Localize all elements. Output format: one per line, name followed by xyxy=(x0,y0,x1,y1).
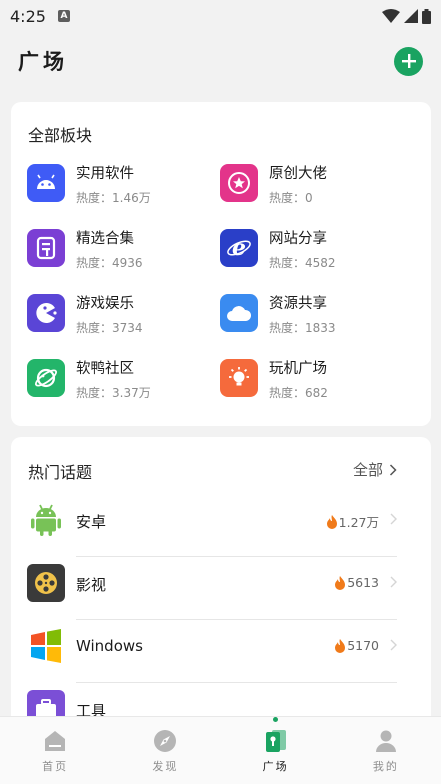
topic-heat: 1.27万 xyxy=(326,512,379,531)
status-icons xyxy=(382,8,431,24)
topic-row-android[interactable]: 安卓 1.27万 xyxy=(27,494,397,557)
board-heat: 热度：1.46万 xyxy=(76,191,151,205)
battery-icon xyxy=(422,8,431,24)
square-icon xyxy=(265,730,286,752)
board-heat: 热度：682 xyxy=(269,386,328,400)
star-badge-icon xyxy=(220,164,258,202)
topic-name: 影视 xyxy=(76,576,107,594)
notification-icon: A xyxy=(57,10,70,22)
topics-title: 热门话题 xyxy=(28,463,93,482)
board-name: 原创大佬 xyxy=(269,166,327,182)
boards-title: 全部板块 xyxy=(28,126,93,145)
board-item-practical-software[interactable]: 实用软件 热度：1.46万 xyxy=(27,162,207,206)
topic-row-movies[interactable]: 影视 5613 xyxy=(27,557,397,620)
nav-item-square[interactable]: 广场 xyxy=(221,717,331,784)
board-name: 网站分享 xyxy=(269,231,327,247)
header: 广场 xyxy=(0,32,441,90)
fire-icon xyxy=(335,575,346,590)
topic-heat-value: 5170 xyxy=(347,638,379,653)
board-name: 资源共享 xyxy=(269,296,327,312)
board-name: 玩机广场 xyxy=(269,361,327,377)
board-item-website-sharing[interactable]: e 网站分享 热度：4582 xyxy=(220,227,400,271)
bulb-icon xyxy=(220,359,258,397)
nav-item-profile[interactable]: 我的 xyxy=(331,717,441,784)
pacman-icon xyxy=(27,294,65,332)
cloud-icon xyxy=(220,294,258,332)
nav-label: 我的 xyxy=(372,760,399,773)
board-heat: 热度：1833 xyxy=(269,321,336,335)
add-button[interactable] xyxy=(394,46,423,76)
nav-item-home[interactable]: 首页 xyxy=(0,717,110,784)
chevron-right-icon xyxy=(390,513,397,525)
topic-heat: 5613 xyxy=(334,575,379,590)
wifi-icon xyxy=(382,9,400,23)
board-name: 软鸭社区 xyxy=(76,361,134,377)
ie-icon: e xyxy=(220,229,258,267)
topic-heat-value: 5613 xyxy=(347,575,379,590)
topic-name: Windows xyxy=(76,637,143,655)
home-icon xyxy=(45,731,66,751)
nav-label: 发现 xyxy=(152,760,179,773)
film-reel-icon xyxy=(27,564,65,602)
status-time: 4:25 xyxy=(10,6,46,26)
board-item-featured-collections[interactable]: 精选合集 热度：4936 xyxy=(27,227,207,271)
topic-heat-value: 1.27万 xyxy=(338,515,379,530)
board-heat: 热度：0 xyxy=(269,191,313,205)
nav-label: 广场 xyxy=(262,760,289,773)
board-item-resource-sharing[interactable]: 资源共享 热度：1833 xyxy=(220,292,400,336)
compass-icon xyxy=(154,730,177,752)
board-heat: 热度：4936 xyxy=(76,256,143,270)
board-item-ruanya-community[interactable]: 软鸭社区 热度：3.37万 xyxy=(27,357,207,401)
board-item-phone-tinkering[interactable]: 玩机广场 热度：682 xyxy=(220,357,400,401)
fire-icon xyxy=(326,514,337,529)
nav-item-discover[interactable]: 发现 xyxy=(110,717,220,784)
topic-heat: 5170 xyxy=(334,638,379,653)
planet-icon xyxy=(27,359,65,397)
board-item-games-entertainment[interactable]: 游戏娱乐 热度：3734 xyxy=(27,292,207,336)
page-title: 广场 xyxy=(18,50,68,74)
active-indicator xyxy=(273,717,279,722)
board-heat: 热度：3.37万 xyxy=(76,386,151,400)
fire-icon xyxy=(335,638,346,653)
android-icon xyxy=(27,501,65,539)
board-heat: 热度：4582 xyxy=(269,256,336,270)
board-item-original-experts[interactable]: 原创大佬 热度：0 xyxy=(220,162,400,206)
topics-card: 热门话题 全部 安卓 1.27万 影视 5613 Windows 5170 工具 xyxy=(11,437,431,727)
chevron-right-icon xyxy=(389,463,397,476)
plus-icon xyxy=(401,54,416,68)
boards-card: 全部板块 实用软件 热度：1.46万 原创大佬 热度：0 精选合集 热度：493… xyxy=(11,102,431,426)
person-icon xyxy=(375,730,396,752)
board-name: 实用软件 xyxy=(76,166,134,182)
board-heat: 热度：3734 xyxy=(76,321,143,335)
topic-name: 安卓 xyxy=(76,513,107,531)
chevron-right-icon xyxy=(390,639,397,651)
chevron-right-icon xyxy=(390,576,397,588)
bottom-nav: 首页 发现 广场 我的 xyxy=(0,716,441,784)
all-topics-link[interactable]: 全部 xyxy=(353,459,397,480)
topic-row-windows[interactable]: Windows 5170 xyxy=(27,620,397,683)
collection-icon xyxy=(27,229,65,267)
nav-label: 首页 xyxy=(42,760,69,773)
svg-text:e: e xyxy=(232,235,246,261)
status-bar: 4:25 A xyxy=(0,0,441,32)
board-name: 精选合集 xyxy=(76,231,134,247)
android-icon xyxy=(27,164,65,202)
signal-icon xyxy=(404,9,418,23)
board-name: 游戏娱乐 xyxy=(76,296,134,312)
windows-icon xyxy=(27,627,65,665)
all-topics-label: 全部 xyxy=(352,461,383,479)
